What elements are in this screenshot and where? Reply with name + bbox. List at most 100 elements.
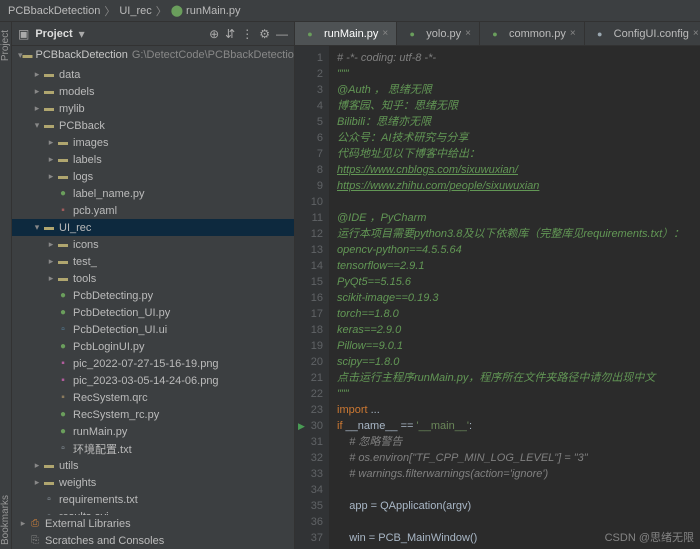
tree-label: UI_rec	[59, 222, 91, 234]
txt-icon: ●	[593, 29, 607, 39]
scratches-consoles[interactable]: ⎘ Scratches and Consoles	[12, 532, 294, 549]
dropdown-icon[interactable]: ▾	[79, 27, 85, 41]
fold-icon: ▬	[42, 477, 56, 488]
expand-arrow-icon[interactable]: ▸	[32, 86, 42, 97]
tree-node[interactable]: ▪RecSystem.qrc	[12, 389, 294, 406]
expand-arrow-icon[interactable]: ▸	[46, 171, 56, 182]
chevron-right-icon: 〉	[104, 3, 115, 19]
tree-label: 环境配置.txt	[73, 441, 132, 457]
gear-icon[interactable]: ⚙	[259, 27, 270, 41]
tree-node[interactable]: ▸▬mylib	[12, 100, 294, 117]
expand-arrow-icon[interactable]: ▸	[46, 137, 56, 148]
editor-tab[interactable]: ●runMain.py×	[295, 22, 397, 45]
breadcrumb-file[interactable]: runMain.py	[186, 5, 240, 17]
tree-node[interactable]: ▸▬icons	[12, 236, 294, 253]
tree-node[interactable]: ▸▬test_	[12, 253, 294, 270]
chevron-right-icon: 〉	[156, 3, 167, 19]
fold-icon: ▬	[56, 239, 70, 250]
tree-node[interactable]: ●label_name.py	[12, 185, 294, 202]
txt-icon: ▫	[56, 443, 70, 454]
rail-bookmarks[interactable]: Bookmarks	[0, 495, 11, 545]
fold-icon: ▬	[42, 69, 56, 80]
select-opened-file-icon[interactable]: ⊕	[209, 27, 219, 41]
tree-node[interactable]: ●RecSystem_rc.py	[12, 406, 294, 423]
tree-node[interactable]: ●PcbDetection_UI.py	[12, 304, 294, 321]
fold-icon: ▬	[56, 273, 70, 284]
expand-arrow-icon[interactable]: ▸	[32, 477, 42, 488]
python-file-icon: ⬤	[171, 4, 183, 17]
yml-icon: ▪	[56, 205, 70, 216]
expand-arrow-icon[interactable]: ▸	[32, 460, 42, 471]
project-tree[interactable]: ▸▬data▸▬models▸▬mylib▾▬PCBback▸▬images▸▬…	[12, 64, 294, 515]
tool-window-rail: Project Bookmarks	[0, 22, 12, 549]
editor-tab[interactable]: ● yolo.py ×	[397, 22, 480, 45]
run-gutter-icon[interactable]: ▶	[298, 418, 305, 434]
pyf-icon: ●	[405, 29, 419, 39]
tree-node[interactable]: ▸▬labels	[12, 151, 294, 168]
close-icon[interactable]: ×	[465, 28, 471, 39]
expand-all-icon[interactable]: ⇵	[225, 27, 235, 41]
project-sidebar: ▣ Project ▾ ⊕ ⇵ ⋮ ⚙ — ▾ ▬ PCBbackDetecti…	[12, 22, 295, 549]
tree-node[interactable]: ▫results.avi	[12, 508, 294, 515]
project-root[interactable]: ▾ ▬ PCBbackDetection G:\DetectCode\PCBba…	[12, 46, 294, 64]
collapse-all-icon[interactable]: ⋮	[241, 27, 253, 41]
tree-node[interactable]: ▪pic_2022-07-27-15-16-19.png	[12, 355, 294, 372]
tree-node[interactable]: ●PcbLoginUI.py	[12, 338, 294, 355]
tree-node[interactable]: ▸▬data	[12, 66, 294, 83]
tab-label: yolo.py	[426, 28, 461, 40]
img-icon: ▪	[56, 375, 70, 386]
tree-label: icons	[73, 239, 99, 251]
external-libraries[interactable]: ▸⎙ External Libraries	[12, 515, 294, 532]
tree-node[interactable]: ▾▬PCBback	[12, 117, 294, 134]
tree-node[interactable]: ●runMain.py	[12, 423, 294, 440]
pyf-icon: ●	[56, 290, 70, 301]
tree-label: pic_2023-03-05-14-24-06.png	[73, 375, 219, 387]
tree-node[interactable]: ▸▬tools	[12, 270, 294, 287]
close-icon[interactable]: ×	[570, 28, 576, 39]
tree-node[interactable]: ▸▬models	[12, 83, 294, 100]
rail-project[interactable]: Project	[0, 30, 11, 61]
expand-arrow-icon[interactable]: ▸	[46, 239, 56, 250]
expand-arrow-icon[interactable]: ▸	[46, 256, 56, 267]
tree-node[interactable]: ▸▬utils	[12, 457, 294, 474]
tree-label: pic_2022-07-27-15-16-19.png	[73, 358, 219, 370]
expand-arrow-icon[interactable]: ▸	[46, 273, 56, 284]
tree-label: labels	[73, 154, 102, 166]
tree-label: runMain.py	[73, 426, 127, 438]
line-gutter[interactable]: 1234567891011121314151617181920212223▶30…	[295, 46, 329, 549]
tab-label: common.py	[509, 28, 566, 40]
tree-node[interactable]: ▫PcbDetection_UI.ui	[12, 321, 294, 338]
close-icon[interactable]: ×	[382, 28, 388, 39]
tree-label: data	[59, 69, 80, 81]
breadcrumb-root[interactable]: PCBbackDetection	[8, 5, 100, 17]
tree-node[interactable]: ▾▬UI_rec	[12, 219, 294, 236]
tree-node[interactable]: ▸▬images	[12, 134, 294, 151]
editor-tab[interactable]: ●ConfigUI.config×	[585, 22, 700, 45]
tree-label: mylib	[59, 103, 85, 115]
close-icon[interactable]: ×	[693, 28, 699, 39]
tree-node[interactable]: ▪pcb.yaml	[12, 202, 294, 219]
tree-label: label_name.py	[73, 188, 145, 200]
tree-node[interactable]: ▫requirements.txt	[12, 491, 294, 508]
tree-node[interactable]: ●PcbDetecting.py	[12, 287, 294, 304]
code-body[interactable]: # -*- coding: utf-8 -*- """ @Auth ， 思绪无限…	[329, 46, 700, 549]
fold-icon: ▬	[42, 120, 56, 131]
tree-label: PCBback	[59, 120, 105, 132]
expand-arrow-icon[interactable]: ▸	[32, 69, 42, 80]
tree-label: logs	[73, 171, 93, 183]
expand-arrow-icon[interactable]: ▸	[46, 154, 56, 165]
tree-node[interactable]: ▪pic_2023-03-05-14-24-06.png	[12, 372, 294, 389]
expand-arrow-icon[interactable]: ▾	[32, 222, 42, 233]
editor-tab[interactable]: ●common.py×	[480, 22, 585, 45]
expand-arrow-icon[interactable]: ▾	[32, 120, 42, 131]
tree-node[interactable]: ▸▬weights	[12, 474, 294, 491]
txt-icon: ▫	[42, 494, 56, 505]
tree-node[interactable]: ▸▬logs	[12, 168, 294, 185]
breadcrumb-folder[interactable]: UI_rec	[119, 5, 151, 17]
hide-icon[interactable]: —	[276, 27, 288, 41]
tree-node[interactable]: ▫环境配置.txt	[12, 440, 294, 457]
sidebar-title: Project	[35, 28, 72, 40]
tree-label: weights	[59, 477, 96, 489]
fold-icon: ▬	[42, 86, 56, 97]
expand-arrow-icon[interactable]: ▸	[32, 103, 42, 114]
